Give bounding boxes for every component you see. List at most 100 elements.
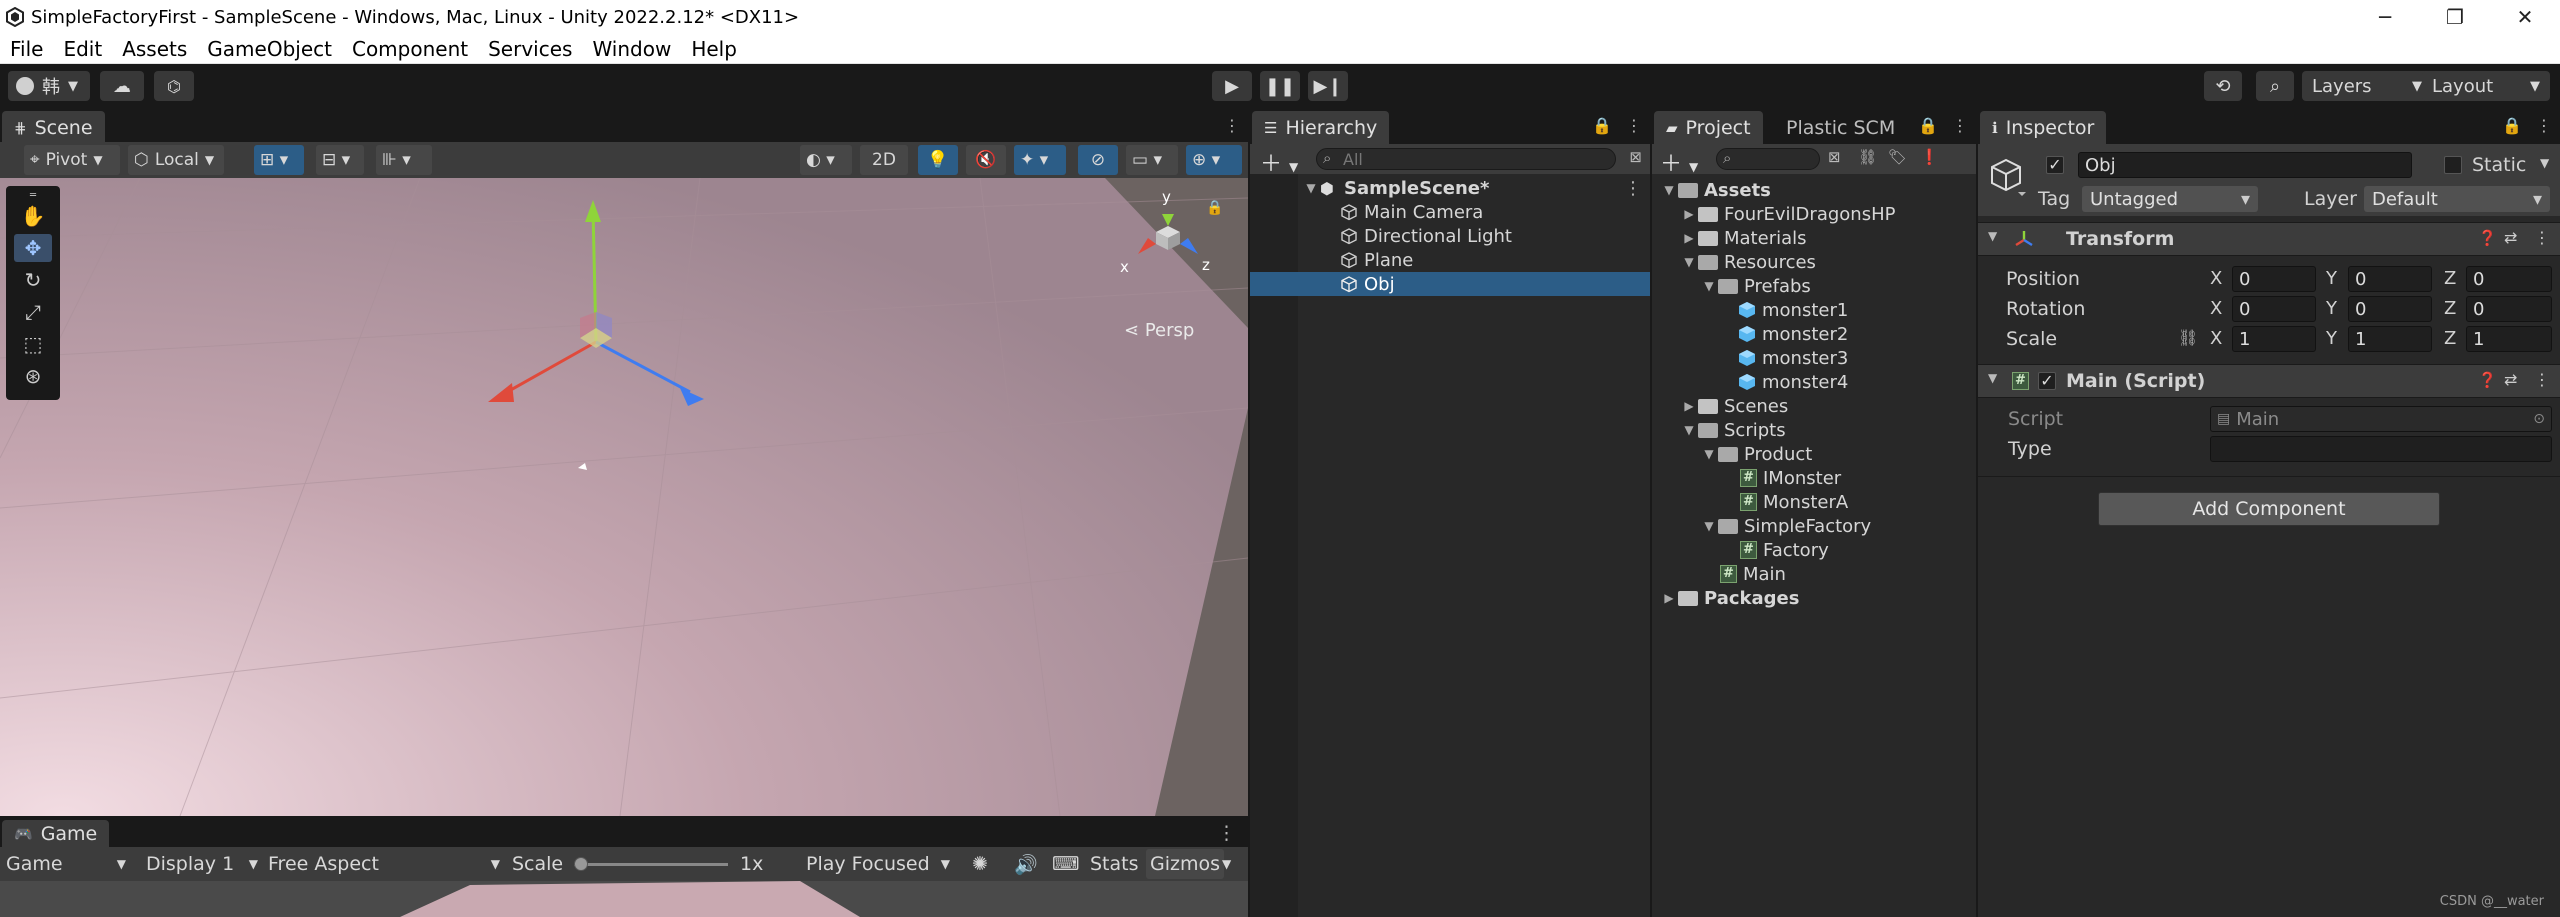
gizmos-button[interactable]: Gizmos: [1146, 849, 1225, 879]
scale-z-field[interactable]: 1: [2466, 326, 2552, 352]
tree-prefab[interactable]: monster2: [1652, 322, 1976, 346]
expand-arrow-icon[interactable]: ▼: [1680, 255, 1698, 269]
more-icon[interactable]: ⋮: [1217, 822, 1236, 844]
menu-edit[interactable]: Edit: [53, 37, 112, 61]
menu-component[interactable]: Component: [342, 37, 478, 61]
menu-services[interactable]: Services: [478, 37, 582, 61]
gizmos-toggle-button[interactable]: ⊕ ▾: [1186, 145, 1242, 175]
tree-folder[interactable]: ▼ SimpleFactory: [1652, 514, 1976, 538]
search-button[interactable]: ⌕: [2256, 71, 2294, 101]
layer-dropdown[interactable]: Default: [2364, 186, 2550, 212]
display-dropdown[interactable]: Display 1 ▼: [146, 849, 258, 879]
aspect-dropdown[interactable]: Free Aspect ▼: [268, 849, 500, 879]
expand-arrow-icon[interactable]: ▼: [1302, 181, 1320, 195]
transform-tool-button[interactable]: ⊛: [14, 362, 52, 390]
grid-snapping-button[interactable]: ⊞ ▾: [254, 145, 304, 175]
orientation-gizmo[interactable]: y x z: [1118, 188, 1218, 278]
hierarchy-item[interactable]: Directional Light: [1250, 224, 1650, 248]
add-component-button[interactable]: Add Component: [2098, 492, 2440, 526]
tree-prefab[interactable]: monster3: [1652, 346, 1976, 370]
expand-arrow-icon[interactable]: ▼: [1988, 229, 1997, 243]
more-icon[interactable]: ⋮: [2534, 370, 2550, 389]
gizmos-dropdown[interactable]: ▼: [1222, 849, 1231, 879]
collab-button[interactable]: ⌬: [154, 71, 194, 101]
script-component-header[interactable]: ▼ # ✓ Main (Script) ❓ ⇄ ⋮: [1978, 364, 2560, 398]
layers-dropdown[interactable]: Layers ▼: [2302, 71, 2432, 101]
rotation-z-field[interactable]: 0: [2466, 296, 2552, 322]
warning-icon[interactable]: ❗: [1920, 148, 1939, 166]
more-icon[interactable]: ⋮: [1624, 178, 1642, 199]
hierarchy-item[interactable]: Plane: [1250, 248, 1650, 272]
tab-project[interactable]: ▰ Project: [1654, 111, 1763, 144]
rotation-y-field[interactable]: 0: [2348, 296, 2432, 322]
object-name-field[interactable]: Obj: [2078, 152, 2412, 178]
keyboard-button[interactable]: ⌨: [1052, 849, 1079, 879]
expand-arrow-icon[interactable]: ▼: [1700, 279, 1718, 293]
gameobject-large-icon[interactable]: [1988, 156, 2028, 196]
tab-scene[interactable]: ⋕ Scene: [2, 111, 105, 144]
game-view[interactable]: [0, 881, 1248, 917]
menu-assets[interactable]: Assets: [112, 37, 197, 61]
scale-tool-button[interactable]: ⤢: [14, 298, 52, 326]
more-icon[interactable]: ⋮: [1626, 116, 1642, 135]
rotate-tool-button[interactable]: ↻: [14, 266, 52, 294]
stats-button[interactable]: Stats: [1090, 849, 1139, 879]
restore-button[interactable]: ❐: [2420, 0, 2490, 34]
search-scene-icon[interactable]: ⊠: [1629, 148, 1642, 166]
scale-slider-thumb[interactable]: [574, 857, 588, 871]
close-button[interactable]: ✕: [2490, 0, 2560, 34]
position-x-field[interactable]: 0: [2232, 266, 2316, 292]
tree-folder[interactable]: ▼ Resources: [1652, 250, 1976, 274]
tree-folder[interactable]: ▼ Product: [1652, 442, 1976, 466]
camera-button[interactable]: ▭ ▾: [1126, 145, 1178, 175]
mute-button[interactable]: 🔊: [1014, 849, 1038, 879]
hierarchy-scene-row[interactable]: ▼ ⬢ SampleScene* ⋮: [1250, 176, 1650, 200]
tree-folder[interactable]: ▶ Scenes: [1652, 394, 1976, 418]
history-button[interactable]: ⟲: [2204, 71, 2242, 101]
transform-header[interactable]: ▼ Transform ❓ ⇄ ⋮: [1978, 222, 2560, 256]
step-button[interactable]: ▶❙: [1308, 71, 1348, 101]
tree-script[interactable]: # Main: [1652, 562, 1976, 586]
expand-arrow-icon[interactable]: ▼: [1680, 423, 1698, 437]
menu-file[interactable]: File: [0, 37, 53, 61]
more-icon[interactable]: ⋮: [2536, 116, 2552, 135]
minimize-button[interactable]: ─: [2350, 0, 2420, 34]
expand-arrow-icon[interactable]: ▼: [1700, 447, 1718, 461]
more-icon[interactable]: ⋮: [1224, 116, 1240, 135]
help-icon[interactable]: ❓: [2478, 371, 2497, 389]
hierarchy-search-field[interactable]: ⌕ All: [1316, 148, 1616, 170]
local-dropdown[interactable]: ⬡ Local ▼: [128, 145, 224, 175]
increment-snap-button[interactable]: ⊟ ▾: [316, 145, 364, 175]
view-tool-button[interactable]: ═: [14, 190, 52, 201]
filter-icon[interactable]: ⛓: [1858, 148, 1877, 166]
cloud-button[interactable]: ☁: [100, 71, 144, 101]
scene-viewport[interactable]: y x z 🔒 ⋖ Persp: [0, 178, 1248, 816]
game-mode-dropdown[interactable]: Game ▼: [6, 849, 130, 879]
search-by-type-icon[interactable]: ⊠: [1828, 148, 1841, 166]
lock-icon[interactable]: 🔒: [2502, 116, 2522, 135]
help-icon[interactable]: ❓: [2478, 229, 2497, 247]
effects-button[interactable]: ✦ ▾: [1014, 145, 1066, 175]
menu-help[interactable]: Help: [681, 37, 747, 61]
bug-button[interactable]: ✺: [972, 849, 988, 879]
chevron-down-icon[interactable]: ▼: [2540, 156, 2549, 170]
tree-prefab[interactable]: monster4: [1652, 370, 1976, 394]
tab-hierarchy[interactable]: ☰ Hierarchy: [1252, 111, 1390, 144]
scale-y-field[interactable]: 1: [2348, 326, 2432, 352]
tag-dropdown[interactable]: Untagged: [2082, 186, 2258, 212]
static-checkbox[interactable]: [2444, 156, 2462, 174]
tree-folder-assets[interactable]: ▼ Assets: [1652, 178, 1976, 202]
preset-icon[interactable]: ⇄: [2504, 370, 2517, 389]
tab-game[interactable]: 🎮 Game: [2, 820, 110, 847]
hand-tool-button[interactable]: ✋: [14, 202, 52, 230]
expand-arrow-icon[interactable]: ▶: [1680, 231, 1698, 245]
menu-gameobject[interactable]: GameObject: [197, 37, 342, 61]
tree-folder[interactable]: ▶ FourEvilDragonsHP: [1652, 202, 1976, 226]
label-icon[interactable]: 🏷: [1888, 148, 1907, 166]
more-icon[interactable]: ⋮: [2534, 228, 2550, 247]
expand-arrow-icon[interactable]: ▶: [1680, 207, 1698, 221]
component-enabled-checkbox[interactable]: ✓: [2038, 372, 2056, 390]
more-icon[interactable]: ⋮: [1952, 116, 1968, 135]
expand-arrow-icon[interactable]: ▼: [1988, 371, 1997, 385]
tree-folder[interactable]: ▼ Scripts: [1652, 418, 1976, 442]
